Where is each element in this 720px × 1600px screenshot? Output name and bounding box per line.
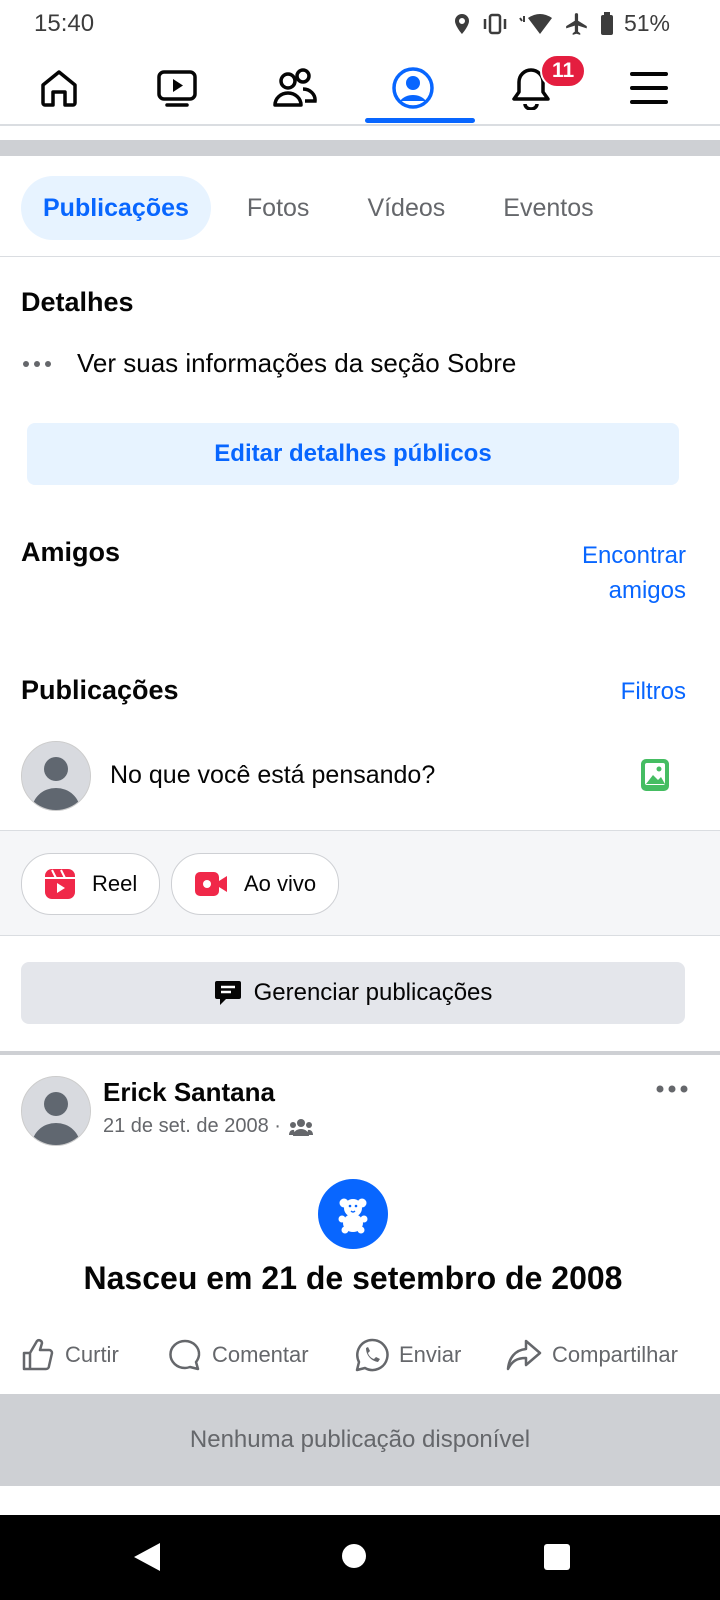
nav-friends[interactable] [236,52,354,124]
live-video-icon [195,872,227,896]
post-date[interactable]: 21 de set. de 2008 · [103,1115,281,1138]
details-title: Detalhes [21,287,134,317]
photo-icon [641,759,669,791]
airplane-icon [566,12,587,35]
friends-audience-icon [288,1118,313,1136]
post-author-avatar[interactable] [21,1076,91,1146]
divider [0,256,720,257]
status-icons: 51% [452,10,670,37]
top-navigation [0,52,720,126]
reel-button[interactable]: Reel [21,853,161,915]
wifi-icon [519,13,552,34]
life-event-badge [318,1179,388,1249]
tab-photos[interactable]: Fotos [225,176,332,240]
manage-posts-label: Gerenciar publicações [253,979,493,1006]
whatsapp-icon [355,1338,389,1372]
teddy-bear-icon [338,1198,368,1234]
default-avatar-icon [22,1077,90,1145]
reel-label: Reel [92,871,138,896]
send-label: Enviar [399,1342,462,1367]
like-button[interactable]: Curtir [21,1338,119,1372]
battery-level: 51% [623,10,670,36]
comment-button[interactable]: Comentar [168,1338,309,1372]
edit-public-details-button[interactable]: Editar detalhes públicos [27,423,679,485]
back-button[interactable] [132,1541,162,1578]
posts-title: Publicações [21,675,179,705]
menu-icon [630,72,668,104]
section-separator [0,140,720,156]
home-icon [41,70,77,107]
tab-posts[interactable]: Publicações [21,176,211,240]
find-friends-line1: Encontrar [581,542,686,569]
tab-videos[interactable]: Vídeos [345,176,467,240]
home-circle-icon [342,1544,366,1568]
no-posts-message: Nenhuma publicação disponível [0,1394,720,1486]
thumbs-up-icon [22,1339,54,1371]
live-button[interactable]: Ao vivo [171,853,340,915]
more-dots-icon [23,360,51,367]
add-photo-button[interactable] [640,758,670,797]
find-friends-line2: amigos [608,577,686,604]
reel-icon [45,869,75,899]
send-button[interactable]: Enviar [355,1338,461,1372]
home-button[interactable] [340,1542,368,1575]
nav-video[interactable] [118,52,236,124]
system-navigation-bar [0,1515,720,1600]
friends-title: Amigos [21,537,121,567]
comment-label: Comentar [212,1342,309,1367]
comment-icon [169,1339,201,1371]
manage-posts-button[interactable]: Gerenciar publicações [21,962,685,1024]
recents-button[interactable] [543,1543,571,1576]
find-friends-link[interactable]: Encontrar amigos [582,538,686,608]
profile-tabs: Publicações Fotos Vídeos Eventos [21,176,616,240]
nav-menu[interactable] [590,52,708,124]
status-bar: 15:40 51% [0,0,720,48]
composer-input[interactable]: No que você está pensando? [110,761,435,790]
avatar[interactable] [21,741,91,811]
share-button[interactable]: Compartilhar [506,1338,678,1372]
filters-link[interactable]: Filtros [621,678,686,706]
back-icon [134,1543,160,1571]
nav-profile[interactable] [354,52,472,124]
battery-icon [600,11,613,35]
feed-separator [0,1051,720,1055]
video-icon [157,70,197,107]
status-time: 15:40 [34,10,95,37]
default-avatar-icon [22,742,90,810]
post-author-name[interactable]: Erick Santana [103,1077,275,1108]
chat-bubble-icon [214,981,241,1005]
vibrate-icon [483,13,507,34]
live-label: Ao vivo [244,871,317,896]
recents-square-icon [544,1544,570,1570]
location-icon [454,13,469,34]
friends-icon [273,68,317,107]
about-row[interactable]: Ver suas informações da seção Sobre [21,348,516,379]
more-dots-icon [656,1085,688,1093]
post-meta: 21 de set. de 2008 · [103,1115,313,1138]
post-options-button[interactable] [655,1082,689,1100]
about-text: Ver suas informações da seção Sobre [77,348,517,378]
life-event-title: Nasceu em 21 de setembro de 2008 [83,1260,623,1296]
share-label: Compartilhar [552,1342,678,1367]
share-icon [506,1339,542,1371]
tab-events[interactable]: Eventos [481,176,615,240]
profile-icon [392,67,434,109]
nav-home[interactable] [0,52,118,124]
active-tab-indicator [365,118,475,123]
like-label: Curtir [65,1342,119,1367]
create-options-bar: Reel Ao vivo [0,830,720,936]
notification-badge: 11 [540,54,587,88]
